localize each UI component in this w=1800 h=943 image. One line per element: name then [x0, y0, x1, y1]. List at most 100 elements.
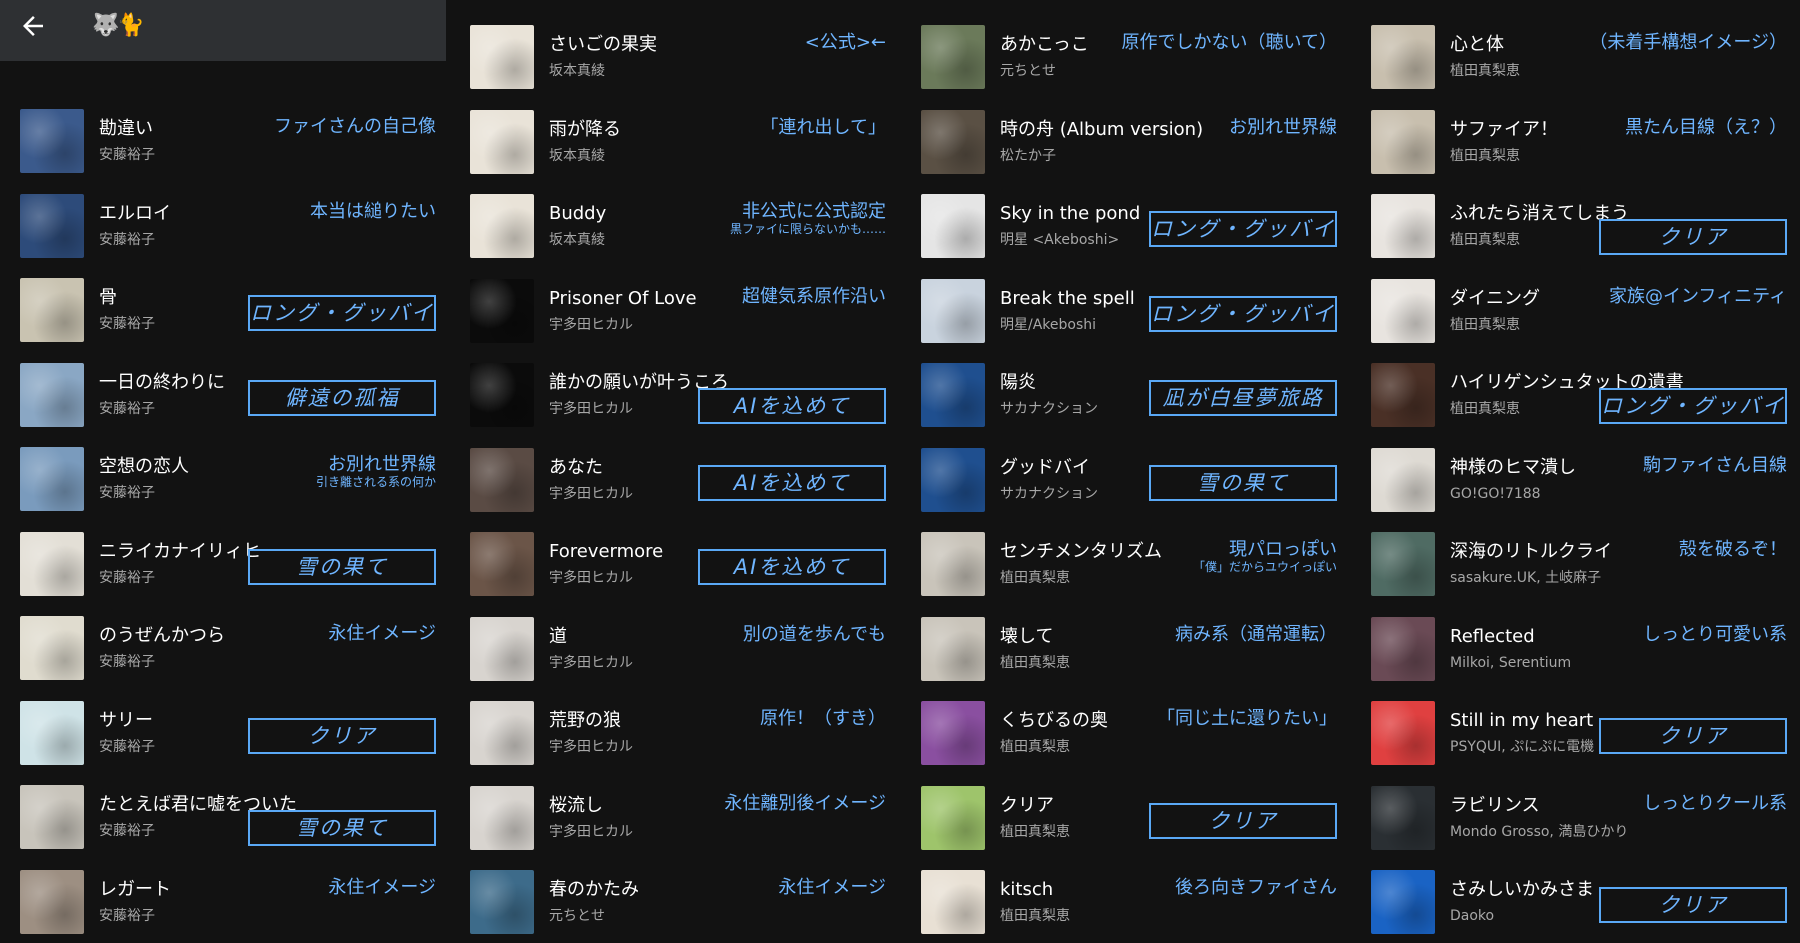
track-row[interactable]: あかこっこ 元ちとせ 原作でしかない（聴いて） — [901, 14, 1351, 98]
track-title: 陽炎 — [1000, 372, 1036, 393]
track-row[interactable]: サファイア！ 植田真梨恵 黒たん目線（え？） — [1351, 99, 1800, 183]
track-note: しっとりクール系 — [1643, 793, 1787, 815]
track-row[interactable]: 道宇多田ヒカル 別の道を歩んでも — [450, 606, 900, 690]
track-title: さみしいかみさま — [1450, 879, 1594, 900]
track-row[interactable]: 空想の恋人 安藤裕子 お別れ世界線 引き離される系の何か — [0, 436, 450, 520]
track-artist: 安藤裕子 — [99, 823, 155, 839]
track-row[interactable]: 深海のリトルクライ sasakure.UK, 土岐麻子 殻を破るぞ！ — [1351, 521, 1800, 605]
track-artist: 宇多田ヒカル — [549, 401, 633, 417]
track-note-text: <公式>← — [804, 32, 886, 53]
track-row[interactable]: 壊して 植田真梨恵 病み系（通常運転） — [901, 606, 1351, 690]
album-art — [1371, 363, 1435, 427]
track-row[interactable]: 勘違い 安藤裕子 ファイさんの自己像 — [0, 98, 450, 182]
track-row[interactable]: さみしいかみさま Daoko クリア — [1351, 859, 1800, 943]
track-row[interactable]: kitsch 植田真梨恵 後ろ向きファイさん — [901, 859, 1351, 943]
track-title: 春のかたみ — [549, 879, 639, 900]
track-artist: 植田真梨恵 — [1000, 739, 1070, 755]
track-row[interactable]: 桜流し 宇多田ヒカル 永住離別後イメージ — [450, 775, 900, 859]
track-row[interactable]: たとえば君に嘘をついた 安藤裕子 雪の果て — [0, 774, 450, 858]
track-note-text: 永住離別後イメージ — [724, 792, 886, 814]
track-row[interactable]: Prisoner Of Love 宇多田ヒカル 超健気系原作沿い — [450, 268, 900, 352]
track-title: ニライカナイリィヒ — [99, 540, 261, 562]
track-title: あかこっこ — [1000, 34, 1089, 55]
track-note: 原作！（すき） — [760, 708, 886, 730]
track-row[interactable]: 春のかたみ 元ちとせ 永住イメージ — [450, 859, 900, 943]
track-row[interactable]: 一日の終わりに 安藤裕子 僻遠の孤福 — [0, 352, 450, 436]
track-note-text: しっとりクール系 — [1643, 792, 1787, 814]
track-row[interactable]: クリア 植田真梨恵 クリア — [901, 775, 1351, 859]
track-row[interactable]: センチメンタリズム 植田真梨恵 現パロっぽい 「僕」だからユウイっぽい — [901, 521, 1351, 605]
album-art — [1371, 616, 1435, 681]
track-row[interactable]: ラビリンス Mondo Grosso, 満島ひかり しっとりクール系 — [1351, 775, 1800, 859]
track-note-text: 永住イメージ — [328, 623, 436, 644]
track-row[interactable]: のうぜんかつら 安藤裕子 永住イメージ — [0, 605, 450, 689]
track-row[interactable]: Reflected Milkoi, Serentium しっとり可愛い系 — [1351, 606, 1800, 690]
track-title: のうぜんかつら — [99, 625, 225, 646]
album-art — [470, 194, 534, 258]
track-title: サファイア！ — [1450, 118, 1558, 140]
track-artist: Milkoi, Serentium — [1450, 654, 1572, 671]
track-note-text: 本当は縋りたい — [310, 200, 436, 222]
album-art — [20, 109, 84, 173]
track-note-box: ロング・グッバイ — [1599, 388, 1787, 424]
track-row[interactable]: Buddy 坂本真綾 非公式に公式認定 黒ファイに限らないかも…… — [450, 183, 900, 267]
track-row[interactable]: ダイニング 植田真梨恵 家族@インフィニティ — [1351, 268, 1800, 352]
track-note-subtext: 黒ファイに限らないかも…… — [729, 222, 886, 236]
track-row[interactable]: 荒野の狼 宇多田ヒカル 原作！（すき） — [450, 690, 900, 774]
track-title: Still in my heart — [1450, 710, 1594, 731]
track-note-text: 「同じ土に還りたい」 — [1157, 708, 1337, 729]
track-row[interactable]: 骨安藤裕子 ロング・グッバイ — [0, 267, 450, 351]
track-title: クリア — [1000, 794, 1054, 816]
track-note-text: お別れ世界線 — [1229, 116, 1337, 138]
track-grid: 勘違い 安藤裕子 ファイさんの自己像 エルロイ 安藤裕子 本当は縋りたい骨安藤裕子 ロング・… — [0, 0, 1800, 942]
track-note-box: クリア — [1599, 718, 1787, 754]
track-title: 心と体 — [1450, 34, 1504, 55]
track-row[interactable]: ふれたら消えてしまう 植田真梨恵 クリア — [1351, 183, 1800, 267]
track-note: お別れ世界線 — [1229, 117, 1337, 139]
album-art — [470, 870, 534, 934]
track-row[interactable]: 誰かの願いが叶うころ 宇多田ヒカル AIを込めて — [450, 352, 900, 436]
album-art — [470, 785, 534, 850]
track-row[interactable]: Forevermore 宇多田ヒカル AIを込めて — [450, 521, 900, 605]
track-row[interactable]: 神様のヒマ潰し GO!GO!7188 駒ファイさん目線 — [1351, 437, 1800, 521]
track-row[interactable]: レガート 安藤裕子 永住イメージ — [0, 859, 450, 943]
track-title: Buddy — [549, 203, 607, 224]
album-art — [470, 532, 534, 596]
track-row[interactable]: Still in my heart PSYQUI, ぷにぷに電機 クリア — [1351, 690, 1800, 774]
track-row[interactable]: ニライカナイリィヒ 安藤裕子 雪の果て — [0, 521, 450, 605]
track-column: あかこっこ 元ちとせ 原作でしかない（聴いて） 時の舟 (Album version)… — [901, 0, 1351, 942]
album-art — [1371, 447, 1435, 512]
track-row[interactable]: くちびるの奥 植田真梨恵 「同じ土に還りたい」 — [901, 690, 1351, 774]
track-row[interactable]: サリー 安藤裕子 クリア — [0, 690, 450, 774]
track-artist: 坂本真綾 — [549, 63, 605, 79]
track-row[interactable]: 陽炎 サカナクション 凪が白昼夢旅路 — [901, 352, 1351, 436]
track-row[interactable]: さいごの果実 坂本真綾 <公式>← — [450, 14, 900, 98]
track-row[interactable]: 心と体 植田真梨恵 （未着手構想イメージ） — [1351, 14, 1800, 98]
track-row[interactable]: Sky in the pond 明星 <Akeboshi> ロング・グッバイ — [901, 183, 1351, 267]
track-artist: 明星 <Akeboshi> — [1000, 232, 1120, 248]
track-note-box: ロング・グッバイ — [1149, 295, 1337, 332]
track-row[interactable]: グッドバイ サカナクション 雪の果て — [901, 437, 1351, 521]
track-note-box: ロング・グッバイ — [1149, 211, 1337, 247]
track-row[interactable]: 雨が降る 坂本真綾 「連れ出して」 — [450, 99, 900, 183]
track-title: Break the spell — [1000, 287, 1135, 309]
track-row[interactable]: ハイリゲンシュタットの遺書 植田真梨恵 ロング・グッバイ — [1351, 352, 1800, 436]
track-artist: 明星/Akeboshi — [1000, 316, 1097, 333]
track-artist: 宇多田ヒカル — [549, 316, 633, 333]
track-artist: 植田真梨恵 — [1000, 823, 1070, 840]
track-row[interactable]: あなた 宇多田ヒカル AIを込めて — [450, 437, 900, 521]
track-artist: GO!GO!7188 — [1450, 485, 1541, 502]
track-note-box: 凪が白昼夢旅路 — [1149, 380, 1337, 416]
track-row[interactable]: 時の舟 (Album version) 松たか子 お別れ世界線 — [901, 99, 1351, 183]
track-artist: 植田真梨恵 — [1450, 401, 1520, 417]
track-note: しっとり可愛い系 — [1643, 624, 1787, 646]
track-row[interactable]: エルロイ 安藤裕子 本当は縋りたい — [0, 183, 450, 267]
track-row[interactable]: Break the spell 明星/Akeboshi ロング・グッバイ — [901, 268, 1351, 352]
track-note: ファイさんの自己像 — [274, 116, 436, 138]
track-column: さいごの果実 坂本真綾 <公式>← 雨が降る 坂本真綾 「連れ出して」 Buddy 坂本真綾非… — [450, 0, 900, 942]
track-title: 道 — [549, 625, 567, 647]
track-artist: 宇多田ヒカル — [549, 485, 633, 502]
track-title: Prisoner Of Love — [549, 287, 697, 309]
track-note-subtext: 引き離される系の何か — [315, 475, 436, 489]
track-note: 殻を破るぞ！ — [1679, 539, 1787, 561]
